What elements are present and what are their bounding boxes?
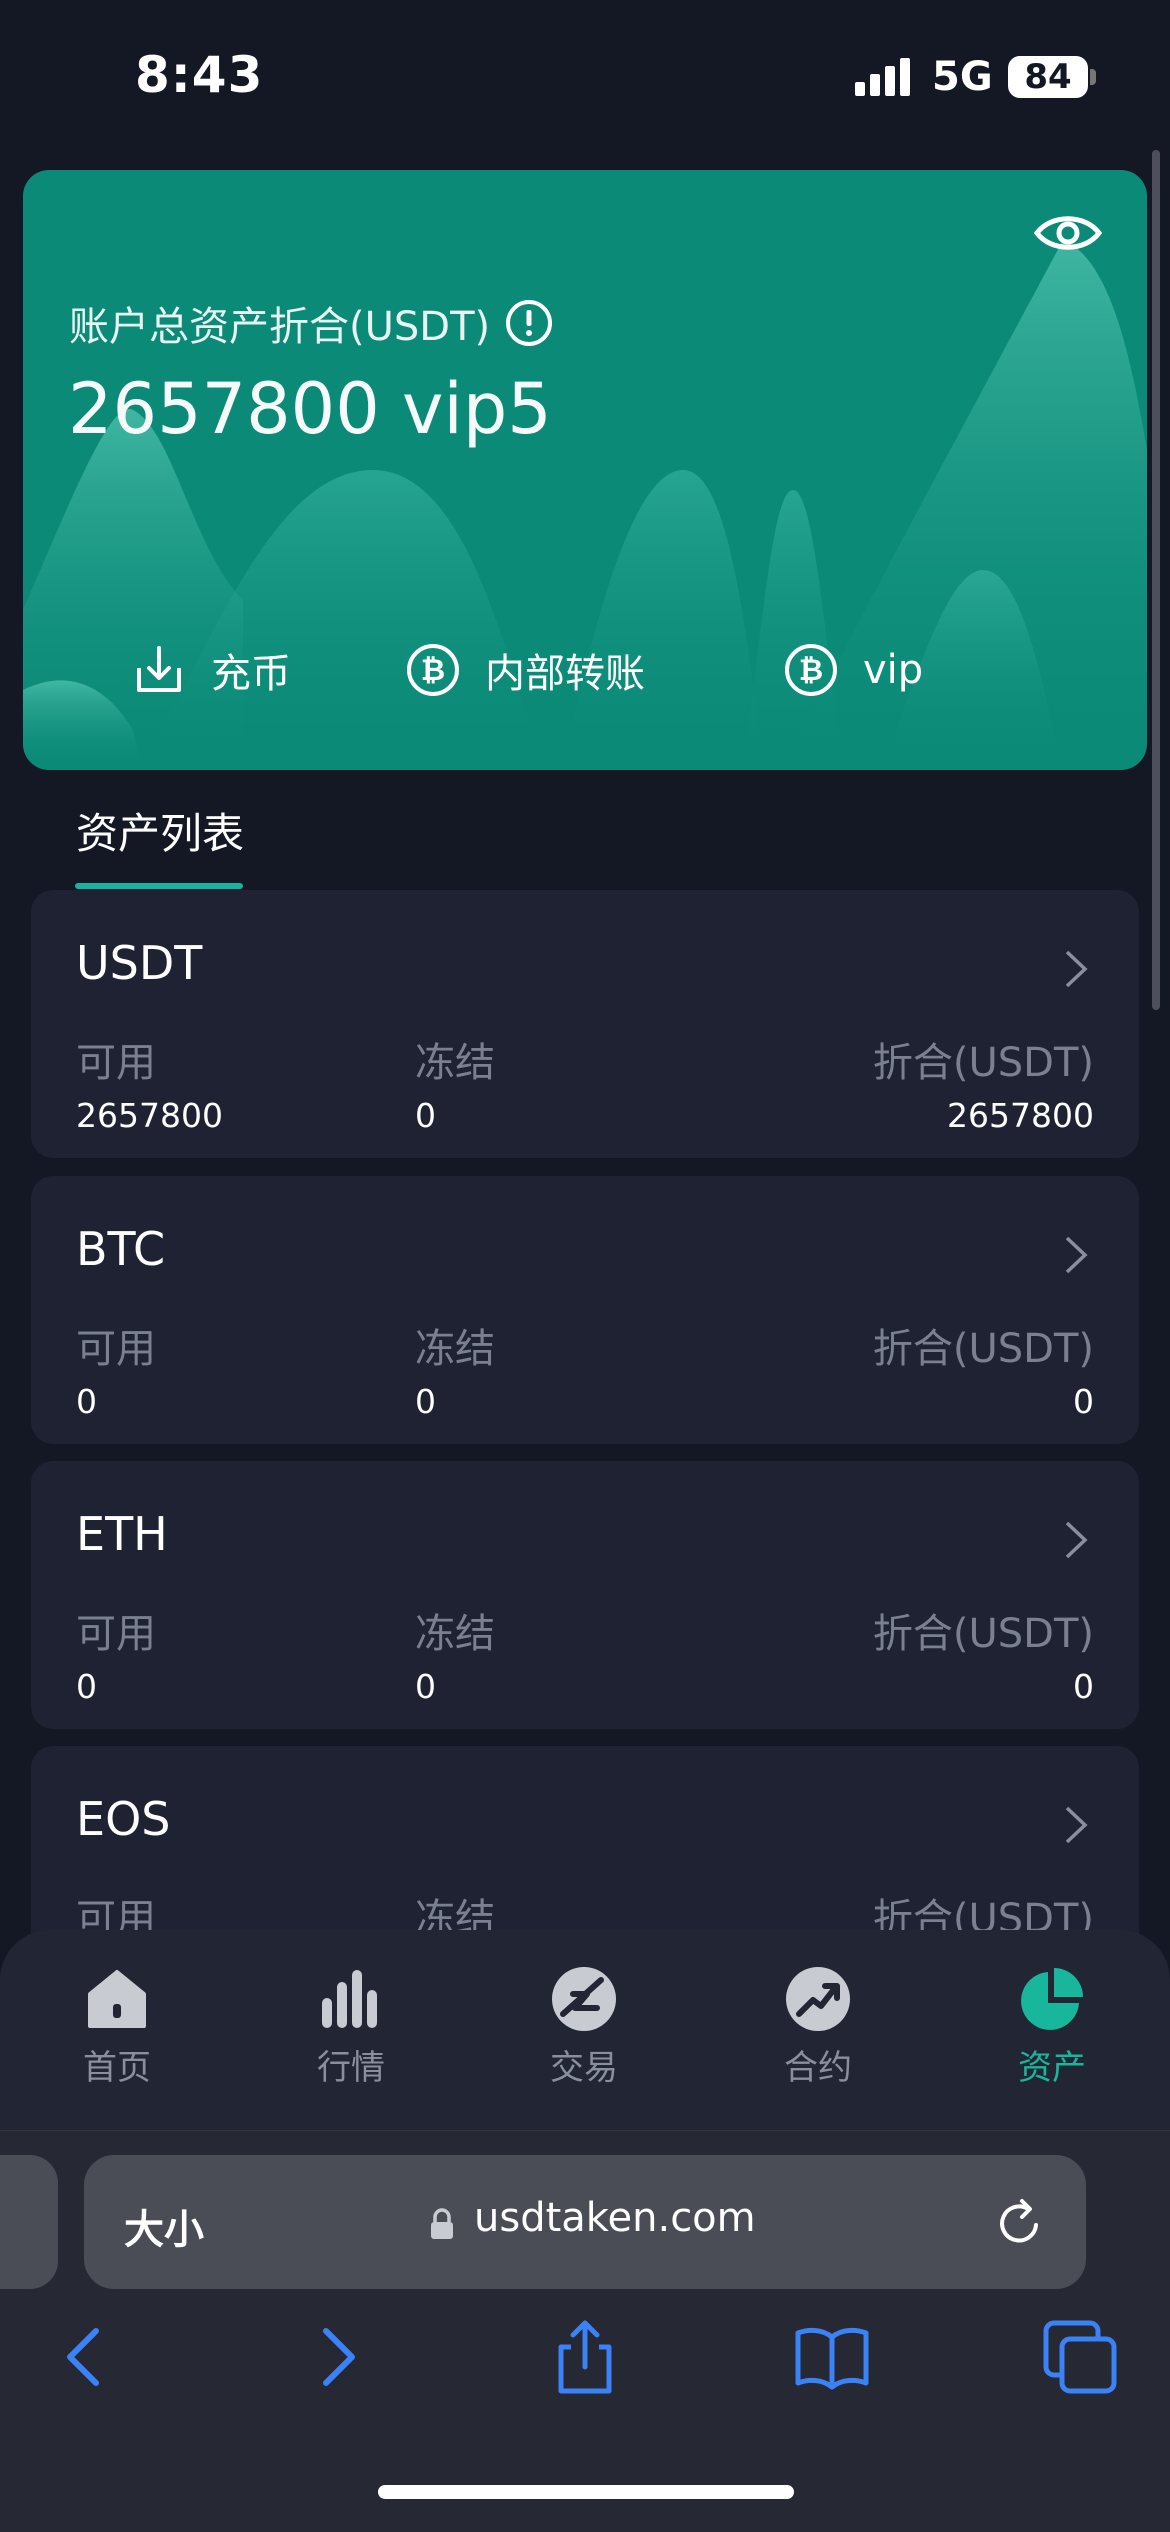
home-icon [88,1970,146,2028]
internal-transfer-button[interactable]: ₿ 内部转账 [405,630,645,710]
svg-text:₿: ₿ [799,653,823,688]
converted-value: 2657800 [947,1096,1094,1135]
svg-text:₿: ₿ [421,653,445,688]
converted-label: 折合(USDT) [872,1040,1094,1086]
status-time: 8:43 [135,46,264,104]
asset-list-tab[interactable]: 资产列表 [76,800,244,861]
tab-trade-label: 交易 [550,2048,618,2088]
tab-assets-label: 资产 [1018,2048,1086,2088]
network-type: 5G [932,54,993,100]
internal-transfer-label: 内部转账 [485,651,645,697]
available-label: 可用 [76,1611,156,1657]
converted-label: 折合(USDT) [872,1326,1094,1372]
tab-market[interactable]: 行情 [281,1954,421,2104]
available-label: 可用 [76,1040,156,1086]
trend-icon [786,1967,850,2031]
coin-name: ETH [76,1507,168,1561]
reload-icon[interactable] [992,2195,1048,2251]
browser-toolbar: 大小 usdtaken.com [0,2130,1170,2532]
asset-summary-card: 账户总资产折合(USDT) 2657800 vip5 充币 ₿ 内部转账 ₿ v… [23,170,1147,770]
tab-assets[interactable]: 资产 [982,1954,1122,2104]
back-icon[interactable] [46,2317,126,2397]
download-icon [137,646,181,692]
share-icon[interactable] [545,2317,625,2397]
frozen-label: 冻结 [415,1611,495,1657]
available-value: 2657800 [76,1096,223,1135]
deposit-label: 充币 [211,651,291,697]
converted-label: 折合(USDT) [872,1611,1094,1657]
frozen-value: 0 [415,1382,436,1421]
card-actions: 充币 ₿ 内部转账 ₿ vip [23,630,1147,710]
asset-row-usdt[interactable]: USDT 可用 冻结 折合(USDT) 2657800 0 2657800 [31,890,1139,1158]
scrollbar[interactable] [1152,150,1160,1010]
frozen-value: 0 [415,1667,436,1706]
coin-name: USDT [76,936,203,990]
chevron-right-icon [1065,1236,1088,1274]
available-label: 可用 [76,1326,156,1372]
lock-icon [431,2208,453,2239]
frozen-label: 冻结 [415,1326,495,1372]
vip-label: vip [863,647,924,693]
tab-home[interactable]: 首页 [47,1954,187,2104]
total-assets-label-text: 账户总资产折合(USDT) [69,304,491,350]
battery-icon: 84 [1008,56,1088,98]
bitcoin-icon: ₿ [407,644,459,696]
tab-contract[interactable]: 合约 [748,1954,888,2104]
address-bar[interactable]: 大小 usdtaken.com [84,2155,1086,2289]
coin-name: EOS [76,1792,171,1846]
frozen-value: 0 [415,1096,436,1135]
deposit-button[interactable]: 充币 [131,630,291,710]
converted-value: 0 [1073,1382,1094,1421]
chevron-right-icon [1065,1806,1088,1844]
frozen-label: 冻结 [415,1040,495,1086]
info-icon[interactable] [504,298,554,348]
asset-row-btc[interactable]: BTC 可用 冻结 折合(USDT) 0 0 0 [31,1176,1139,1444]
available-value: 0 [76,1667,97,1706]
text-size-button[interactable]: 大小 [124,2197,204,2255]
chevron-right-icon [1065,950,1088,988]
coin-name: BTC [76,1222,166,1276]
bottom-tab-bar: 首页 行情 交易 合约 资产 [0,1930,1170,2130]
chevron-right-icon [1065,1521,1088,1559]
pie-chart-icon [1021,1968,1083,2030]
total-assets-label: 账户总资产折合(USDT) [69,294,554,352]
total-assets-value: 2657800 vip5 [68,368,552,450]
tab-underline [75,883,243,889]
bitcoin-icon: ₿ [785,644,837,696]
tab-market-label: 行情 [317,2048,385,2088]
vip-button[interactable]: ₿ vip [783,630,923,710]
tab-home-label: 首页 [83,2048,151,2088]
tabs-icon[interactable] [1040,2317,1120,2397]
available-value: 0 [76,1382,97,1421]
battery-tip [1090,69,1096,85]
trade-icon [552,1967,616,2031]
status-bar: 8:43 5G 84 [0,0,1170,150]
bookmarks-icon[interactable] [792,2317,872,2397]
visibility-toggle-icon[interactable] [1033,208,1103,258]
url-text: usdtaken.com [474,2195,756,2241]
home-indicator [378,2485,794,2499]
tab-trade[interactable]: 交易 [514,1954,654,2104]
converted-value: 0 [1073,1667,1094,1706]
asset-row-eth[interactable]: ETH 可用 冻结 折合(USDT) 0 0 0 [31,1461,1139,1729]
bar-chart-icon [322,1970,377,2028]
cellular-signal-icon [855,58,910,96]
forward-icon[interactable] [296,2317,376,2397]
tab-contract-label: 合约 [784,2048,852,2088]
previous-tab-preview[interactable] [0,2155,58,2289]
